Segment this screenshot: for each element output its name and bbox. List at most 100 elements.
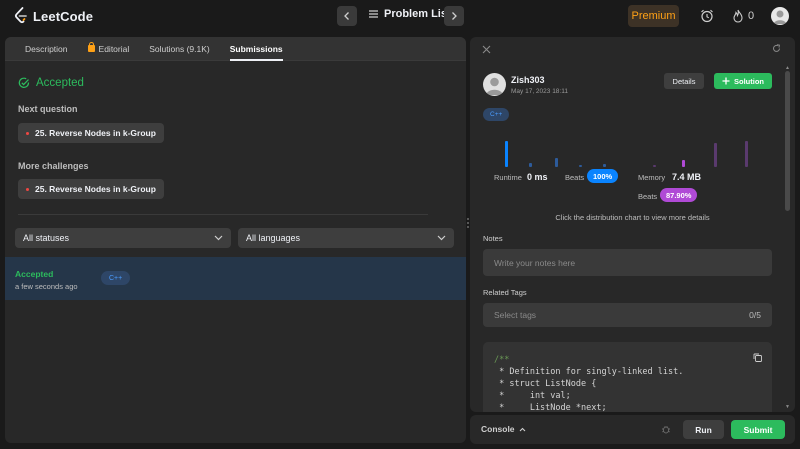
code-language-badge: C++ (483, 108, 510, 121)
console-toggle[interactable]: Console (481, 424, 526, 434)
streak-count: 0 (748, 10, 755, 22)
tab-description[interactable]: Description (15, 37, 78, 61)
close-icon (482, 45, 491, 54)
top-navigation-bar: LeetCode Problem List Premium 0 (0, 0, 800, 32)
next-problem-button[interactable] (444, 6, 464, 26)
problem-tabs: Description Editorial Solutions (9.1K) S… (5, 37, 466, 61)
details-button[interactable]: Details (664, 73, 704, 89)
logo[interactable]: LeetCode (14, 7, 93, 25)
notes-input[interactable]: Write your notes here (483, 249, 772, 276)
prev-problem-button[interactable] (337, 6, 357, 26)
chevron-down-icon (214, 235, 223, 241)
scroll-thumb[interactable] (785, 71, 790, 211)
left-panel: Description Editorial Solutions (9.1K) S… (5, 37, 466, 443)
submission-status: Accepted (15, 269, 54, 279)
problem-list-button[interactable]: Problem List (369, 8, 451, 20)
post-solution-button[interactable]: Solution (714, 73, 772, 89)
memory-bar (745, 141, 748, 167)
copy-icon[interactable] (753, 353, 762, 362)
memory-bar-highlight (682, 160, 685, 167)
distribution-hint: Click the distribution chart to view mor… (555, 213, 710, 222)
lock-icon (87, 42, 95, 52)
plus-icon (722, 77, 730, 85)
tab-solutions[interactable]: Solutions (9.1K) (139, 37, 219, 61)
runtime-bar (579, 165, 582, 167)
status-filter-select[interactable]: All statuses (15, 228, 231, 248)
tags-placeholder: Select tags (494, 310, 537, 320)
author-name[interactable]: Zish303 (511, 75, 545, 85)
tab-submissions[interactable]: Submissions (220, 37, 293, 61)
code-line: * int val; (494, 391, 571, 401)
memory-bar (714, 143, 717, 167)
logo-text: LeetCode (33, 8, 94, 24)
alarm-clock-icon (701, 9, 713, 23)
divider (18, 214, 428, 215)
tags-count: 0/5 (749, 310, 761, 320)
scroll-down-arrow[interactable]: ▼ (785, 404, 790, 410)
open-external-button[interactable] (772, 44, 781, 55)
runtime-bar (529, 163, 532, 167)
user-avatar-button[interactable] (771, 7, 789, 25)
tab-submissions-label: Submissions (229, 43, 283, 54)
language-filter-select[interactable]: All languages (238, 228, 454, 248)
difficulty-dot (26, 131, 29, 135)
memory-value: 7.4 MB (672, 172, 702, 182)
chevron-down-icon (437, 235, 446, 241)
runtime-bar (603, 164, 606, 167)
next-question-title: 25. Reverse Nodes in k-Group (35, 128, 156, 138)
tags-select[interactable]: Select tags 0/5 (483, 303, 772, 327)
chevron-up-icon (519, 427, 525, 431)
next-question-chip[interactable]: 25. Reverse Nodes in k-Group (18, 123, 164, 143)
more-challenge-title: 25. Reverse Nodes in k-Group (35, 184, 156, 194)
submit-button[interactable]: Submit (731, 420, 785, 439)
post-solution-label: Solution (734, 76, 764, 86)
submission-language-badge: C++ (101, 271, 131, 285)
run-button[interactable]: Run (683, 420, 724, 439)
memory-bar (653, 165, 656, 167)
chevron-left-icon (344, 12, 349, 20)
next-question-label: Next question (18, 104, 78, 114)
debug-icon[interactable] (661, 424, 671, 434)
memory-beats-label: Beats (638, 192, 658, 201)
result-status: Accepted (18, 77, 84, 89)
console-label: Console (481, 424, 515, 434)
tab-description-label: Description (25, 43, 68, 54)
memory-beats-badge: 87.90% (660, 188, 698, 202)
runtime-beats-label: Beats (565, 173, 585, 182)
code-line: * ListNode *next; (494, 403, 607, 412)
detail-scrollbar[interactable]: ▲ ▼ (785, 65, 790, 410)
code-viewer[interactable]: /** * Definition for singly-linked list.… (483, 342, 772, 412)
submission-detail-panel: Zish303 May 17, 2023 18:11 Details Solut… (470, 37, 795, 412)
tab-editorial[interactable]: Editorial (78, 37, 140, 61)
check-circle-icon (18, 77, 30, 88)
runtime-bar (555, 158, 558, 167)
code-line: * struct ListNode { (494, 379, 597, 389)
code-content: /** * Definition for singly-linked list.… (494, 354, 683, 412)
handle-dot (467, 218, 469, 220)
memory-label: Memory (638, 173, 666, 182)
submission-row[interactable]: Accepted a few seconds ago C++ (5, 257, 466, 300)
timer-button[interactable] (699, 8, 715, 24)
premium-button[interactable]: Premium (628, 5, 679, 27)
submission-date: May 17, 2023 18:11 (511, 88, 568, 95)
streak-button[interactable] (730, 8, 746, 24)
runtime-beats-badge: 100% (587, 169, 619, 183)
runtime-label: Runtime (494, 173, 522, 182)
problem-list-label: Problem List (384, 8, 451, 20)
flame-icon (733, 9, 743, 23)
runtime-value: 0 ms (527, 172, 548, 182)
distribution-chart[interactable] (470, 127, 795, 167)
chevron-right-icon (452, 12, 457, 20)
notes-label: Notes (483, 234, 503, 243)
more-challenges-label: More challenges (18, 161, 89, 171)
author-avatar[interactable] (483, 73, 506, 96)
result-status-text: Accepted (36, 77, 84, 89)
close-button[interactable] (482, 43, 491, 57)
language-filter-value: All languages (246, 233, 301, 243)
code-line: /** (494, 355, 510, 365)
more-challenge-chip[interactable]: 25. Reverse Nodes in k-Group (18, 179, 164, 199)
avatar-icon (486, 77, 503, 95)
refresh-link-icon (773, 44, 780, 52)
list-icon (369, 10, 378, 18)
runtime-bar-highlight (505, 141, 508, 167)
